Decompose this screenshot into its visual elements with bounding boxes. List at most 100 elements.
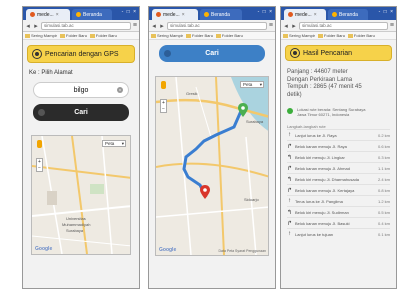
- clear-icon[interactable]: x: [117, 87, 123, 93]
- street-view-icon[interactable]: [161, 81, 166, 89]
- destination-pin-icon[interactable]: [200, 185, 210, 199]
- direction-step[interactable]: ↱ Belok kanan menuju Jl. Kertajaya 0.8 km: [287, 184, 390, 195]
- turn-icon: ↱: [287, 165, 293, 172]
- turn-icon: ↰: [287, 154, 293, 161]
- bookmark-item[interactable]: Sering Mampir: [151, 33, 183, 38]
- gps-search-header: Pencarian dengan GPS: [27, 45, 135, 63]
- page-title: Pencarian dengan GPS: [45, 50, 119, 58]
- bookmark-item[interactable]: Folder Baru: [186, 33, 213, 38]
- direction-step[interactable]: ↑ Lanjut lurus ke Jl. Raya 0.2 km: [287, 129, 390, 140]
- destination-label: Ke : Pilih Alamat: [29, 70, 73, 76]
- map-place-label: Muhammadiyah: [62, 222, 91, 227]
- menu-icon[interactable]: ≡: [133, 22, 137, 29]
- step-text: Belok kiri menuju Jl. Sudirman: [295, 209, 349, 215]
- tab-title: mede...: [295, 11, 312, 18]
- bookmark-item[interactable]: Sering Mampir: [283, 33, 315, 38]
- direction-step[interactable]: ↰ Belok kiri menuju Jl. Dharmahusada 2.4 k…: [287, 173, 390, 184]
- map-place-label: Surabaya: [246, 119, 264, 124]
- route-map-view[interactable]: + − Peta ▾ Gresik Surabaya Sidoarjo Googl…: [155, 76, 269, 256]
- address-input[interactable]: simulasi.tab.ac: [41, 21, 131, 30]
- summary-line: Tempuh : 2865 (47 menit 45: [287, 84, 362, 90]
- map-view[interactable]: + − Peta ▾ Universitas Muhammadiyah Surab…: [31, 135, 131, 255]
- step-text: Terus lurus ke Jl. Panglima: [295, 198, 343, 204]
- forward-icon[interactable]: ▸: [159, 22, 165, 30]
- direction-step[interactable]: ↰ Belok kiri menuju Jl. Sudirman 0.5 km: [287, 206, 390, 217]
- google-logo: Google: [159, 247, 177, 253]
- favicon-icon: [30, 12, 35, 17]
- address-input[interactable]: simulasi.tab.ac: [167, 21, 267, 30]
- browser-tab-active[interactable]: mede... ×: [26, 9, 70, 20]
- direction-step[interactable]: ↑ Terus lurus ke Jl. Panglima 1.2 km: [287, 195, 390, 206]
- bookmark-item[interactable]: Folder Baru: [215, 33, 243, 38]
- turn-icon: ↑: [288, 132, 291, 138]
- close-tab-icon[interactable]: ×: [314, 12, 317, 18]
- browser-tab-inactive[interactable]: Beranda: [200, 9, 242, 20]
- tab-bar: mede... × Beranda - □ ×: [23, 7, 139, 20]
- bookmark-item[interactable]: Folder Baru: [318, 33, 345, 38]
- url-bar: ◂ ▸ simulasi.tab.ac ≡: [149, 20, 275, 32]
- turn-icon: ↑: [288, 231, 291, 237]
- browser-tab-inactive[interactable]: Beranda: [72, 9, 112, 20]
- street-view-icon[interactable]: [37, 140, 42, 148]
- destination-input[interactable]: bilgo x: [33, 82, 129, 98]
- bookmark-item[interactable]: Folder Baru: [89, 33, 117, 38]
- close-tab-icon[interactable]: ×: [56, 12, 59, 18]
- page-title: Hasil Pencarian: [303, 49, 353, 57]
- map-type-select[interactable]: Peta ▾: [240, 81, 264, 88]
- search-button-label: Cari: [205, 50, 219, 57]
- step-distance: 1.1 km: [378, 165, 391, 171]
- browser-tab-inactive[interactable]: Beranda: [328, 9, 368, 20]
- browser-tab-active[interactable]: mede... ×: [284, 9, 326, 20]
- address-input[interactable]: simulasi.tab.ac: [299, 21, 388, 30]
- search-button-label: Cari: [74, 109, 88, 116]
- folder-icon: [347, 33, 353, 38]
- bookmark-item[interactable]: Folder Baru: [347, 33, 375, 38]
- menu-icon[interactable]: ≡: [390, 22, 394, 29]
- zoom-out-button[interactable]: −: [161, 106, 166, 112]
- chevron-down-icon: ▾: [121, 140, 124, 146]
- browser-tab-active[interactable]: mede... ×: [152, 9, 198, 20]
- folder-icon: [60, 33, 66, 38]
- zoom-control[interactable]: + −: [160, 99, 167, 113]
- step-text: Belok kanan menuju Jl. Raya: [295, 143, 347, 149]
- back-icon[interactable]: ◂: [283, 22, 289, 30]
- direction-step[interactable]: ↱ Belok kanan menuju Jl. Ahmad 1.1 km: [287, 162, 390, 173]
- folder-icon: [283, 33, 288, 38]
- map-place-label: Gresik: [186, 91, 198, 96]
- bookmark-item[interactable]: Sering Mampir: [25, 33, 57, 38]
- window-controls[interactable]: - □ ×: [258, 9, 273, 15]
- forward-icon[interactable]: ▸: [291, 22, 297, 30]
- zoom-out-button[interactable]: −: [37, 165, 42, 171]
- browser-window-gps-search: mede... × Beranda - □ × ◂ ▸ simulasi.tab…: [22, 6, 140, 289]
- close-tab-icon[interactable]: ×: [182, 12, 185, 18]
- bookmarks-bar: Sering Mampir Folder Baru Folder Baru: [23, 32, 139, 40]
- step-text: Belok kanan menuju Jl. Ahmad: [295, 165, 350, 171]
- map-attribution[interactable]: Data Peta Syarat Penggunaan: [219, 249, 266, 253]
- direction-step[interactable]: ↱ Belok kanan menuju Jl. Raya 0.6 km: [287, 140, 390, 151]
- window-controls[interactable]: - □ ×: [122, 9, 137, 15]
- turn-icon: ↰: [287, 209, 293, 216]
- bookmark-item[interactable]: Folder Baru: [60, 33, 87, 38]
- step-distance: 0.2 km: [378, 132, 391, 138]
- menu-icon[interactable]: ≡: [269, 22, 273, 29]
- turn-icon: ↰: [287, 176, 293, 183]
- search-button[interactable]: Cari: [33, 104, 129, 121]
- window-controls[interactable]: - □ ×: [379, 9, 394, 15]
- step-distance: 2.4 km: [378, 176, 391, 182]
- direction-step[interactable]: ↰ Belok kiri menuju Jl. Lingkar 0.3 km: [287, 151, 390, 162]
- browser-window-route-map: mede... × Beranda - □ × ◂ ▸ simulasi.tab…: [148, 6, 276, 289]
- back-icon[interactable]: ◂: [25, 22, 31, 30]
- direction-step[interactable]: ↱ Belok kanan menuju Jl. Basuki 0.4 km: [287, 217, 390, 228]
- search-button[interactable]: Cari: [159, 45, 265, 62]
- browser-window-search-results: mede... × Beranda - □ × ◂ ▸ simulasi.tab…: [280, 6, 397, 289]
- bookmarks-bar: Sering Mampir Folder Baru Folder Baru: [281, 32, 396, 40]
- direction-step[interactable]: ↑ Lanjut lurus ke tujuan 0.1 km: [287, 228, 390, 239]
- forward-icon[interactable]: ▸: [33, 22, 39, 30]
- back-icon[interactable]: ◂: [151, 22, 157, 30]
- map-type-select[interactable]: Peta ▾: [102, 140, 126, 147]
- step-distance: 0.8 km: [378, 187, 391, 193]
- folder-icon: [89, 33, 95, 38]
- zoom-control[interactable]: + −: [36, 158, 43, 172]
- chevron-down-icon: ▾: [259, 81, 262, 87]
- origin-pin-icon[interactable]: [238, 103, 248, 117]
